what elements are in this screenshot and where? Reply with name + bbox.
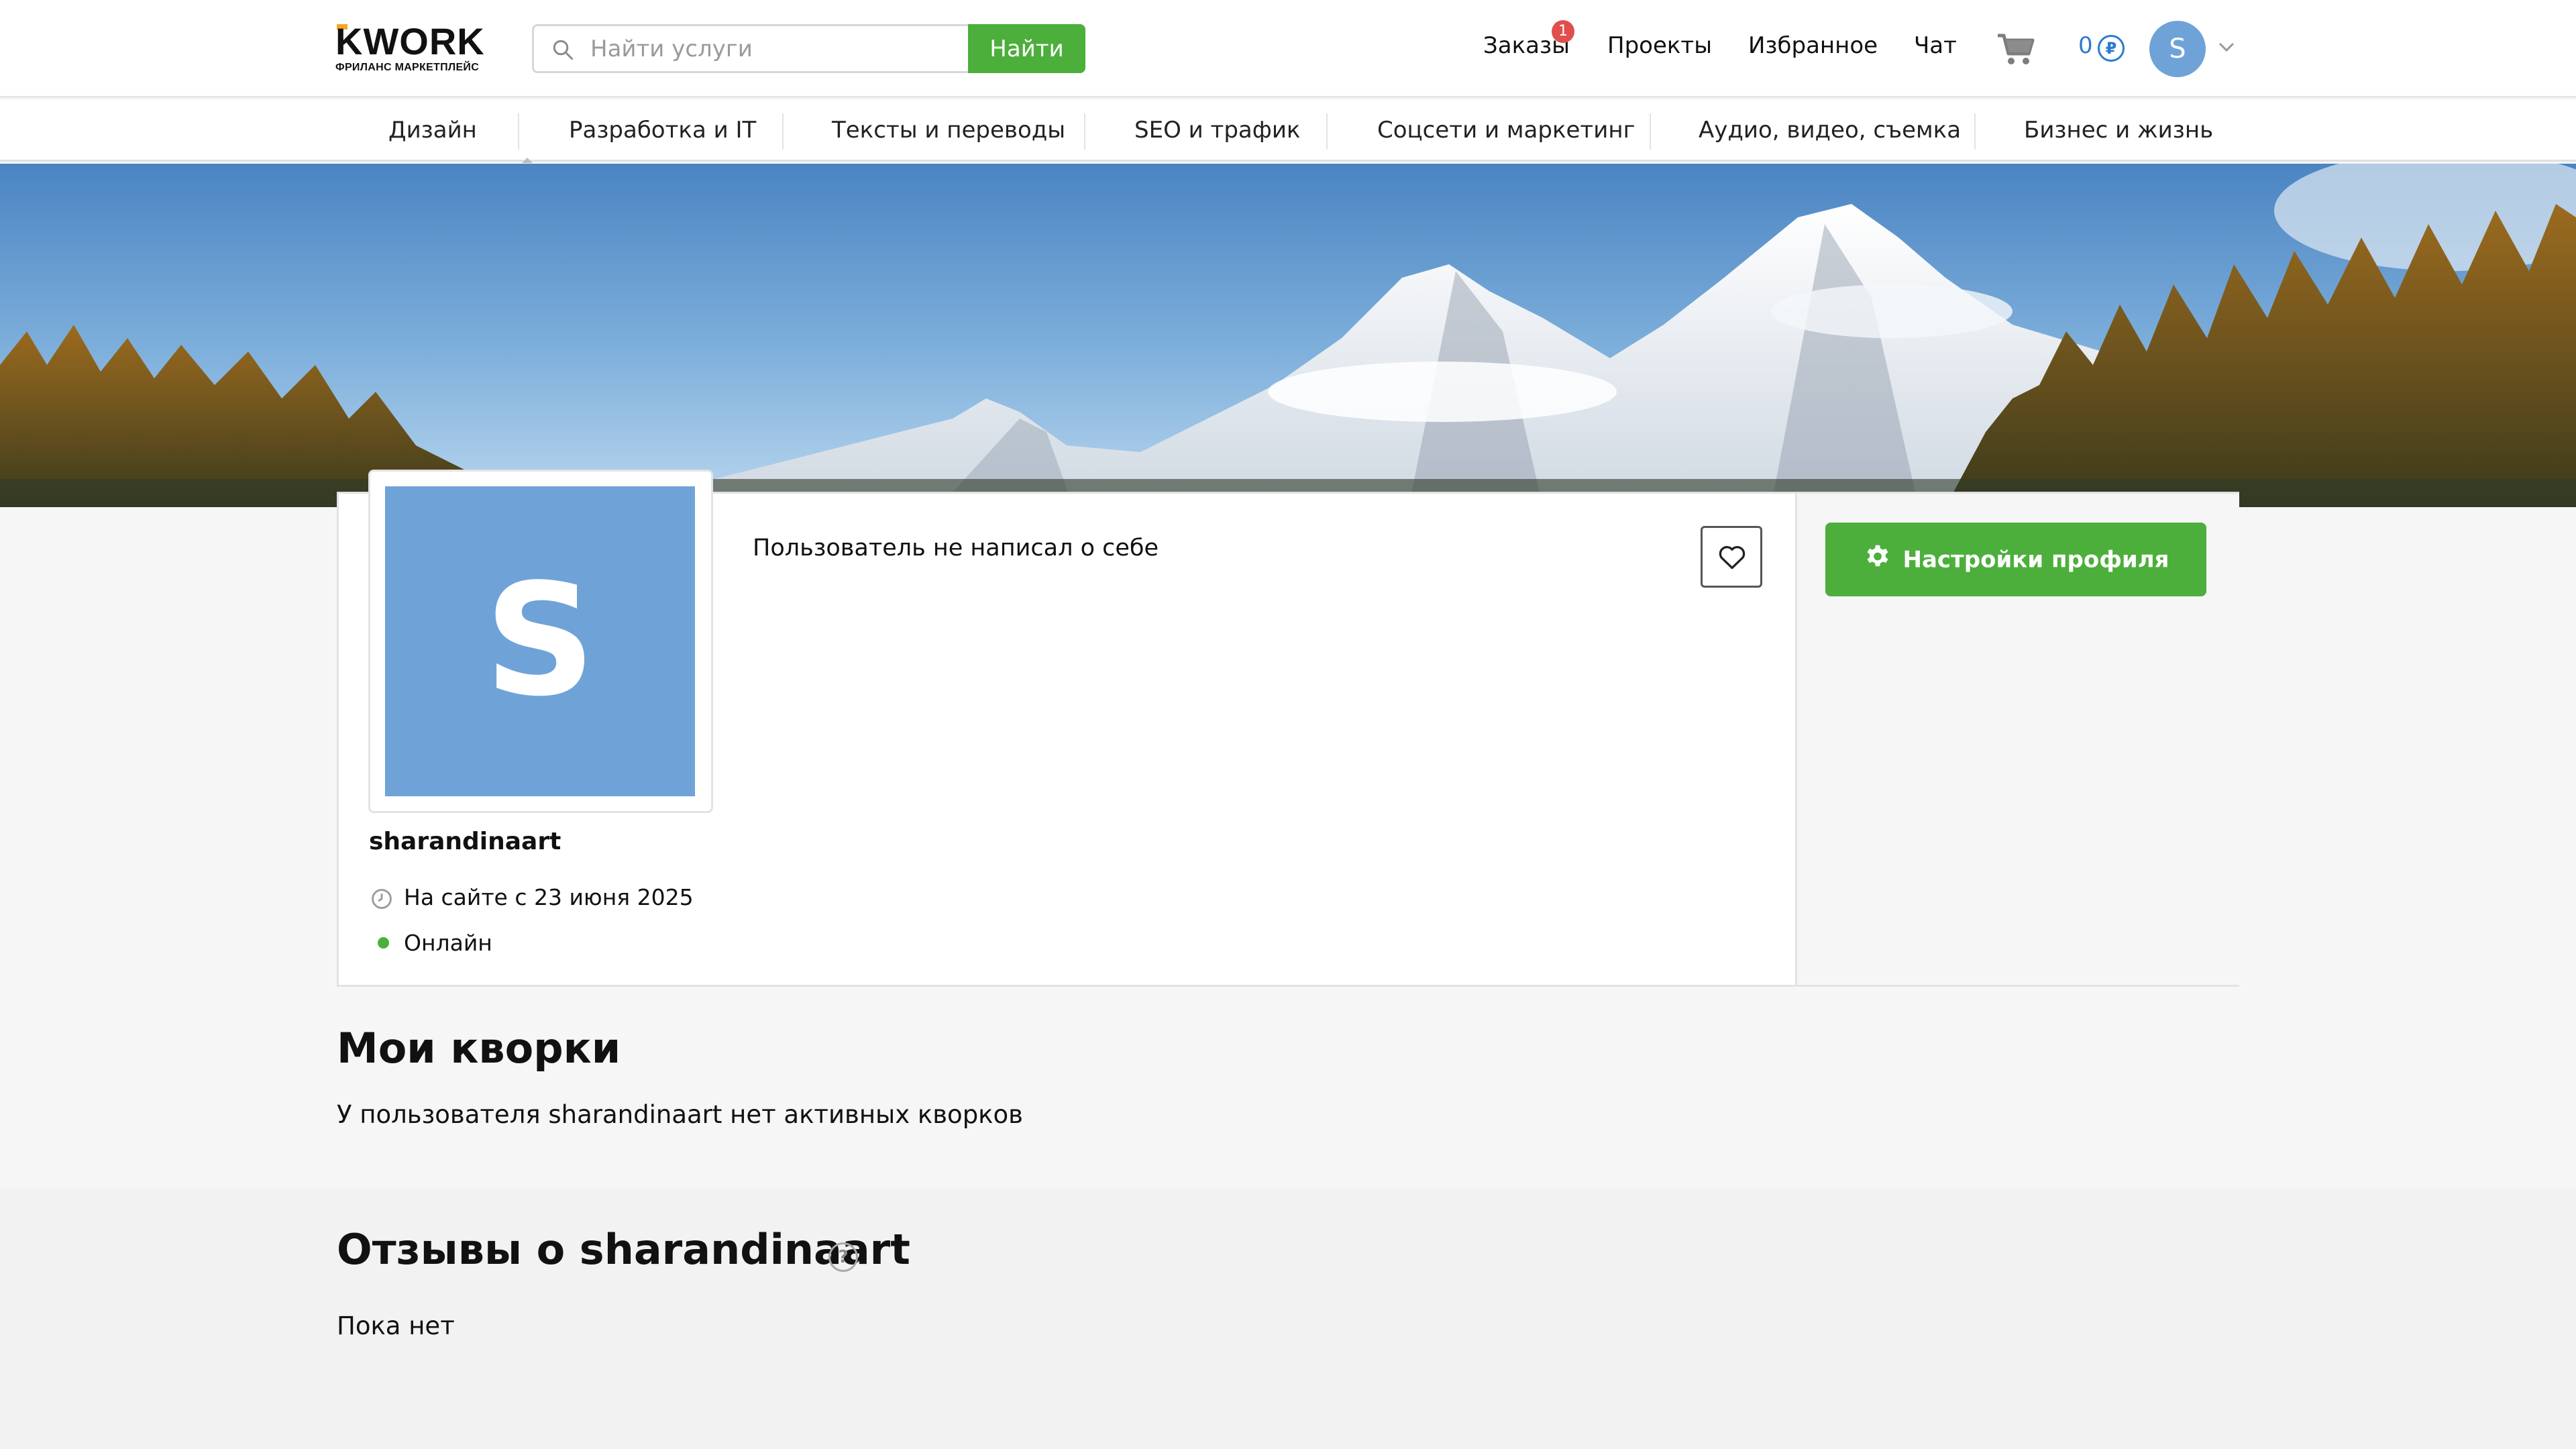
profile-cover-image: [0, 164, 2576, 507]
category-dev-it[interactable]: Разработка и IT: [569, 117, 756, 144]
hover-marker: [522, 158, 533, 163]
add-to-favorites-button[interactable]: [1701, 526, 1762, 588]
category-media[interactable]: Аудио, видео, съемка: [1699, 117, 1961, 144]
member-since: На сайте с 23 июня 2025: [404, 884, 694, 910]
profile-avatar: S: [385, 486, 695, 796]
kworks-section-bg: [0, 989, 2576, 1189]
category-divider: [1326, 113, 1328, 150]
profile-settings-label: Настройки профиля: [1902, 546, 2169, 574]
category-smm[interactable]: Соцсети и маркетинг: [1377, 117, 1635, 144]
chevron-down-icon[interactable]: [2218, 42, 2235, 54]
profile-username: sharandinaart: [369, 828, 561, 855]
category-divider: [1974, 113, 1976, 150]
heart-icon: [1719, 545, 1746, 570]
category-business[interactable]: Бизнес и жизнь: [2024, 117, 2213, 144]
online-indicator: [378, 937, 389, 949]
search-icon: [553, 40, 573, 60]
page: KWORK ФРИЛАНС МАРКЕТПЛЕЙС Найти Заказы 1…: [0, 0, 2576, 1449]
kworks-empty-text: У пользователя sharandinaart нет активны…: [337, 1100, 1023, 1129]
category-divider: [782, 113, 784, 150]
category-seo[interactable]: SEO и трафик: [1134, 117, 1300, 144]
profile-avatar-frame: S: [368, 470, 713, 813]
kworks-title: Мои кворки: [337, 1024, 621, 1073]
category-texts[interactable]: Тексты и переводы: [832, 117, 1065, 144]
category-divider: [518, 113, 519, 150]
logo-text: KWORK: [335, 20, 485, 62]
cart-icon[interactable]: [1996, 32, 2035, 66]
category-divider: [1084, 113, 1085, 150]
category-divider: [1650, 113, 1651, 150]
help-icon[interactable]: ?: [828, 1242, 858, 1272]
mountain-landscape: [0, 164, 2576, 507]
clock-icon: [372, 889, 392, 909]
nav-projects[interactable]: Проекты: [1607, 32, 1712, 59]
kwork-logo[interactable]: KWORK ФРИЛАНС МАРКЕТПЛЕЙС: [335, 20, 510, 76]
search-button[interactable]: Найти: [968, 24, 1085, 73]
search-input[interactable]: [532, 24, 969, 73]
reviews-title: Отзывы о sharandinaart: [337, 1225, 910, 1274]
reviews-empty-text: Пока нет: [337, 1311, 455, 1340]
ruble-icon: ₽: [2098, 35, 2125, 62]
nav-chat[interactable]: Чат: [1914, 32, 1957, 59]
header: KWORK ФРИЛАНС МАРКЕТПЛЕЙС Найти Заказы 1…: [0, 0, 2576, 98]
profile-about: Пользователь не написал о себе: [753, 535, 1159, 561]
profile-settings-button[interactable]: Настройки профиля: [1825, 523, 2206, 596]
category-design[interactable]: Дизайн: [388, 117, 477, 144]
balance-amount[interactable]: 0: [2078, 32, 2093, 59]
search-bar: Найти: [532, 24, 1085, 73]
nav-favorites[interactable]: Избранное: [1748, 32, 1878, 59]
user-avatar[interactable]: S: [2149, 21, 2206, 77]
orders-badge: 1: [1552, 20, 1574, 43]
gear-icon: [1867, 545, 1888, 566]
category-nav: Дизайн Разработка и IT Тексты и переводы…: [0, 100, 2576, 163]
online-status: Онлайн: [404, 930, 492, 956]
logo-subtitle: ФРИЛАНС МАРКЕТПЛЕЙС: [335, 62, 480, 73]
